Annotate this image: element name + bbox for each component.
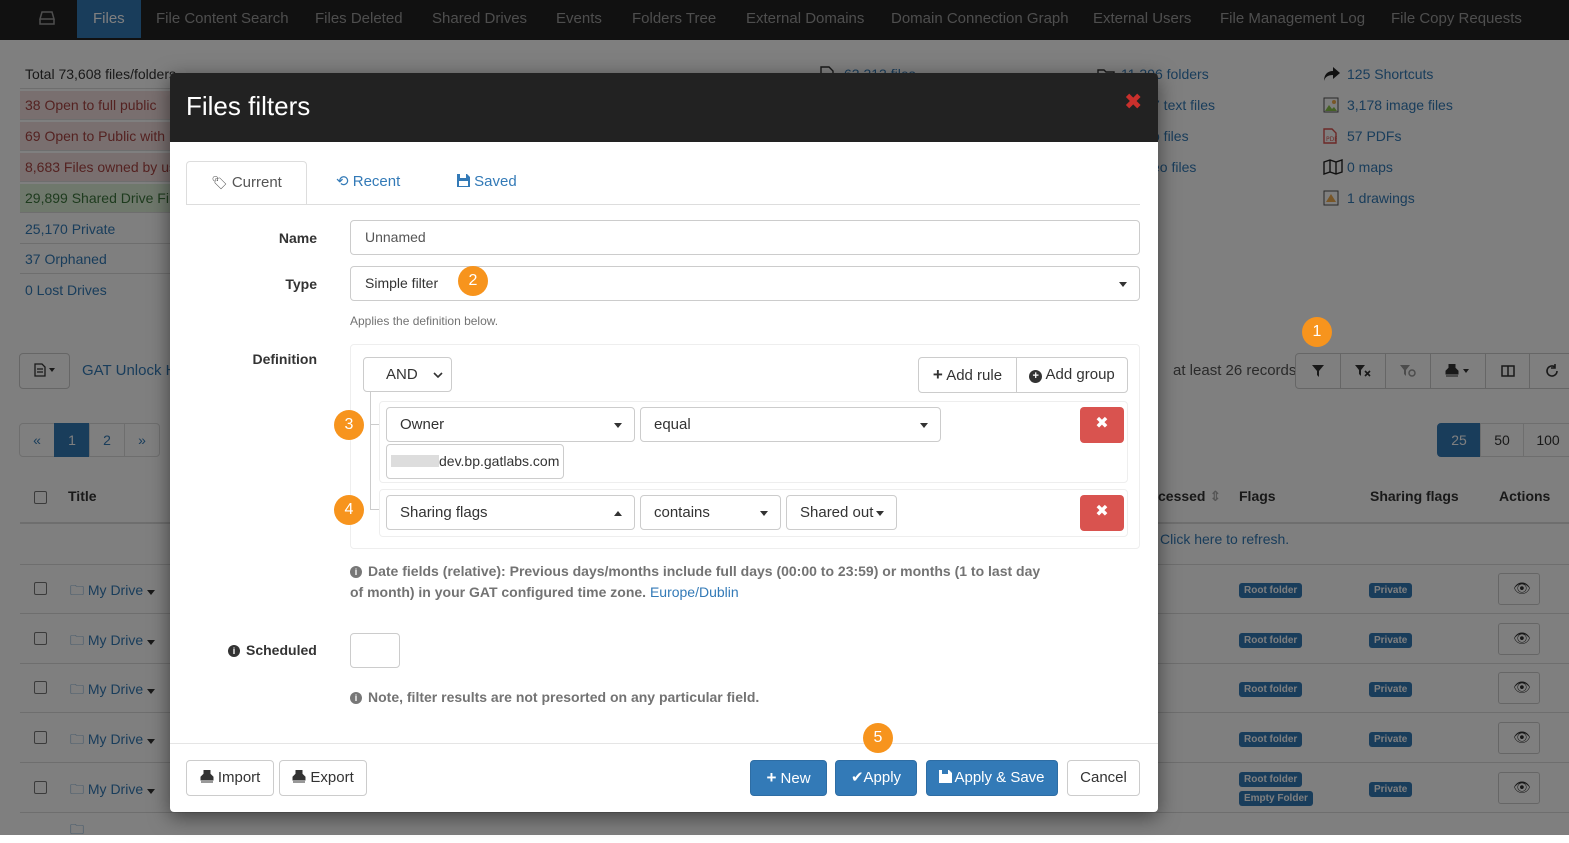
import-button[interactable]: Import <box>186 760 274 796</box>
tab-saved[interactable]: Saved <box>457 161 517 205</box>
tab-recent[interactable]: ⟲ Recent <box>336 161 400 205</box>
step-badge-5: 5 <box>863 723 893 753</box>
condition-select[interactable]: AND <box>363 357 452 392</box>
plus-circle-icon: + <box>1029 370 1043 383</box>
scheduled-label: i Scheduled <box>228 642 317 658</box>
rule-value-input[interactable]: dev.bp.gatlabs.com <box>386 444 564 479</box>
info-icon: i <box>228 645 240 657</box>
date-fields-note: i Date fields (relative): Previous days/m… <box>350 563 1041 600</box>
save-icon <box>457 174 470 187</box>
definition-label: Definition <box>252 351 317 367</box>
apply-button[interactable]: ✔Apply <box>835 760 917 796</box>
plus-icon: + <box>766 768 777 787</box>
step-badge-3: 3 <box>334 410 364 440</box>
chevron-down-icon <box>433 372 443 378</box>
save-icon <box>939 770 953 783</box>
rule-field-select[interactable]: Owner <box>386 407 635 442</box>
type-label: Type <box>285 276 317 292</box>
add-rule-button[interactable]: + Add rule <box>918 357 1017 393</box>
step-badge-4: 4 <box>334 495 364 525</box>
query-builder: AND + Add rule + Add group Owner equal d… <box>350 344 1140 549</box>
type-help: Applies the definition below. <box>350 314 499 328</box>
add-group-button[interactable]: + Add group <box>1016 357 1128 393</box>
apply-save-button[interactable]: Apply & Save <box>926 760 1058 796</box>
files-filters-modal: Files filters ✖ 🏷 Current ⟲ Recent Saved… <box>170 73 1158 812</box>
chevron-down-icon <box>1119 282 1127 287</box>
modal-title: Files filters <box>186 91 311 121</box>
delete-rule-button[interactable]: ✖ <box>1080 495 1124 531</box>
close-icon: ✖ <box>1095 503 1109 520</box>
import-icon <box>200 769 214 783</box>
tab-current[interactable]: 🏷 Current <box>186 161 307 205</box>
step-badge-2: 2 <box>458 266 488 296</box>
check-icon: ✔ <box>850 769 864 786</box>
name-input[interactable]: Unnamed <box>350 220 1140 255</box>
history-icon: ⟲ <box>336 173 349 190</box>
rule-field-select[interactable]: Sharing flags <box>386 495 635 530</box>
chevron-up-icon <box>614 511 622 516</box>
close-icon[interactable]: ✖ <box>1124 89 1142 115</box>
rule-value-dropdown[interactable]: Shared out <box>786 495 897 530</box>
new-button[interactable]: + New <box>750 760 827 796</box>
chevron-down-icon <box>920 423 928 428</box>
delete-rule-button[interactable]: ✖ <box>1080 407 1124 443</box>
rule-owner: Owner equal dev.bp.gatlabs.com ✖ <box>379 401 1128 483</box>
info-icon: i <box>350 566 362 578</box>
sort-note: i Note, filter results are not presorted … <box>350 687 759 708</box>
chevron-down-icon <box>760 511 768 516</box>
step-badge-1: 1 <box>1302 317 1332 347</box>
name-label: Name <box>278 230 317 246</box>
export-button[interactable]: Export <box>279 760 367 796</box>
rule-operator-select[interactable]: contains <box>640 495 781 530</box>
plus-icon: + <box>932 365 943 384</box>
modal-header: Files filters ✖ <box>170 73 1158 142</box>
timezone-link[interactable]: Europe/Dublin <box>650 584 739 600</box>
rule-operator-select[interactable]: equal <box>640 407 941 442</box>
tag-icon: 🏷 <box>211 175 228 190</box>
chevron-down-icon <box>876 511 884 516</box>
chevron-down-icon <box>614 423 622 428</box>
scheduled-toggle[interactable] <box>350 633 400 668</box>
info-icon: i <box>350 692 362 704</box>
export-icon <box>292 769 306 783</box>
rule-sharing-flags: Sharing flags contains Shared out ✖ <box>379 489 1128 537</box>
cancel-button[interactable]: Cancel <box>1067 760 1140 796</box>
close-icon: ✖ <box>1095 415 1109 432</box>
